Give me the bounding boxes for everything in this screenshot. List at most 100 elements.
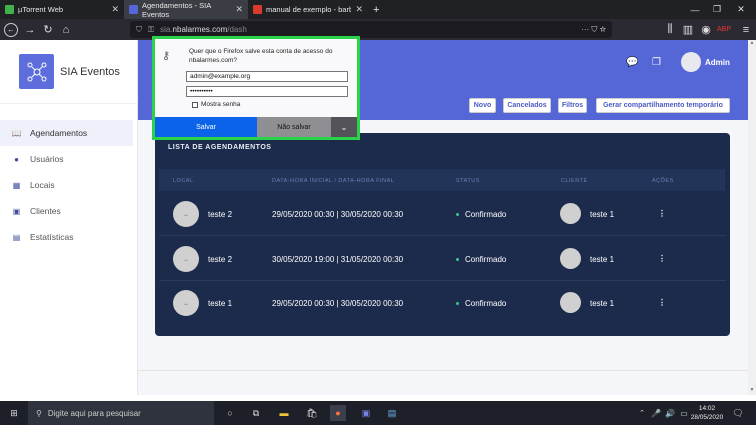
minimize-icon[interactable]: —	[684, 0, 706, 19]
key-icon: ⚷	[162, 50, 171, 62]
sidebar-item-usuarios[interactable]: ● Usuários	[0, 146, 133, 172]
copy-icon[interactable]: ❐	[652, 57, 661, 68]
popup-question: Quer que o Firefox salve esta conta de a…	[189, 48, 333, 64]
sidebar-icon[interactable]: ▥	[680, 22, 696, 38]
sidebar-item-estatisticas[interactable]: ▤ Estatísticas	[0, 224, 133, 250]
store-icon[interactable]: 🛍	[304, 405, 320, 421]
filtros-button[interactable]: Filtros	[558, 98, 587, 113]
card-title: LISTA DE AGENDAMENTOS	[168, 144, 272, 151]
close-tab-icon[interactable]: ✕	[111, 4, 119, 15]
teams-icon[interactable]: ▣	[358, 405, 374, 421]
taskbar-search[interactable]: ⚲ Digite aqui para pesquisar	[28, 401, 214, 425]
local-image: ▬	[173, 246, 199, 272]
sidebar-item-label: Usuários	[30, 154, 64, 164]
status-dot-icon	[456, 213, 459, 217]
sidebar-menu: 📖 Agendamentos ● Usuários ▦ Locais ▣ Cli…	[0, 120, 137, 250]
maximize-icon[interactable]: ❐	[706, 0, 728, 19]
cancelados-button[interactable]: Cancelados	[503, 98, 551, 113]
cortana-icon[interactable]: ○	[222, 405, 238, 421]
url-domain: nbalarmes.com	[172, 25, 228, 34]
status-text: Confirmado	[465, 210, 507, 219]
username-field[interactable]: admin@example.org	[186, 71, 348, 82]
sidebar-item-label: Clientes	[30, 206, 61, 216]
url-path: /dash	[227, 25, 247, 34]
close-window-icon[interactable]: ✕	[730, 0, 752, 19]
sidebar-item-agendamentos[interactable]: 📖 Agendamentos	[0, 120, 133, 146]
show-password-row[interactable]: Mostra senha	[192, 101, 240, 108]
scroll-up-icon[interactable]: ▲	[749, 40, 755, 48]
reload-icon[interactable]: ↻	[40, 22, 56, 38]
file-explorer-icon[interactable]: ▬	[276, 405, 292, 421]
chart-icon: ▤	[12, 232, 21, 242]
forward-icon[interactable]: →	[22, 22, 38, 38]
task-view-icon[interactable]: ⧉	[248, 405, 264, 421]
firefox-icon[interactable]: ●	[330, 405, 346, 421]
close-tab-icon[interactable]: ✕	[235, 4, 243, 15]
menu-icon[interactable]: ≡	[738, 22, 754, 38]
row-actions-menu-icon[interactable]: ⋮	[658, 298, 666, 307]
clock[interactable]: 14:02 28/05/2020	[690, 404, 724, 422]
status-text: Confirmado	[465, 299, 507, 308]
status-dot-icon	[456, 302, 459, 306]
table-row[interactable]: ▬ teste 1 29/05/2020 00:30 | 30/05/2020 …	[155, 281, 730, 325]
url-prefix: sia.	[160, 25, 173, 34]
row-datas: 29/05/2020 00:30 | 30/05/2020 00:30	[272, 299, 404, 308]
scroll-down-icon[interactable]: ▼	[749, 387, 755, 395]
sidebar-item-locais[interactable]: ▦ Locais	[0, 172, 133, 198]
close-tab-icon[interactable]: ✕	[355, 4, 363, 15]
local-image: ▬	[173, 290, 199, 316]
tab-title: µTorrent Web	[18, 5, 64, 14]
table-row[interactable]: ▬ teste 2 30/05/2020 19:00 | 31/05/2020 …	[155, 237, 730, 281]
novo-button[interactable]: Novo	[469, 98, 496, 113]
col-local: LOCAL	[173, 178, 194, 184]
tab-agendamentos[interactable]: Agendamentos - SIA Eventos ✕	[124, 0, 248, 19]
browser-nav-bar: ← → ↻ ⌂ ⛉ ⚿ sia. nbalarmes.com/dash ··· ⛉…	[0, 19, 756, 40]
col-acoes: AÇÕES	[652, 178, 674, 184]
brand-name: SIA Eventos	[60, 65, 120, 78]
page-scrollbar[interactable]: ▲ ▼	[748, 40, 756, 395]
home-icon[interactable]: ⌂	[58, 22, 74, 38]
key-icon: ⚿	[148, 24, 155, 34]
search-icon: ⚲	[36, 408, 42, 418]
dont-save-button[interactable]: Não salvar	[257, 117, 331, 137]
avatar[interactable]	[681, 52, 701, 72]
sidebar-item-label: Locais	[30, 180, 55, 190]
row-actions-menu-icon[interactable]: ⋮	[658, 254, 666, 263]
sia-favicon-icon	[129, 5, 138, 14]
chat-icon[interactable]: 💬	[626, 57, 638, 68]
col-status: STATUS	[456, 178, 480, 184]
appointments-card: LISTA DE AGENDAMENTOS LOCAL DATA-HORA IN…	[155, 133, 730, 336]
sidebar-item-clientes[interactable]: ▣ Clientes	[0, 198, 133, 224]
account-icon[interactable]: ◉	[698, 22, 714, 38]
bookmark-star-icon[interactable]: ··· ⛉ ☆	[581, 25, 606, 35]
library-icon[interactable]: ⫼	[662, 22, 678, 38]
notifications-icon[interactable]: 🗨	[730, 405, 746, 421]
row-cliente: teste 1	[590, 255, 615, 264]
row-local: teste 2	[208, 210, 233, 219]
row-actions-menu-icon[interactable]: ⋮	[658, 209, 666, 218]
chevron-down-icon[interactable]: ⌄	[331, 117, 357, 137]
row-local: teste 2	[208, 255, 233, 264]
sidebar-item-label: Estatísticas	[30, 232, 74, 242]
shield-icon: ⛉	[136, 24, 142, 34]
app-icon[interactable]: ▤	[384, 405, 400, 421]
divider	[159, 235, 726, 236]
windows-start-icon[interactable]: ⊞	[6, 405, 22, 421]
tab-manual[interactable]: manual de exemplo - barbose ✕	[248, 0, 368, 19]
password-field[interactable]: ••••••••••	[186, 86, 348, 97]
clock-date: 28/05/2020	[690, 414, 724, 421]
tab-title: manual de exemplo - barbose	[266, 5, 352, 14]
tab-utorrent[interactable]: µTorrent Web ✕	[0, 0, 124, 19]
user-name[interactable]: Admin	[705, 58, 730, 67]
back-icon[interactable]: ←	[4, 22, 18, 37]
new-tab-button[interactable]: +	[368, 0, 388, 19]
adblock-icon[interactable]: ABP	[716, 22, 732, 38]
save-button[interactable]: Salvar	[155, 117, 257, 137]
gerar-compartilhamento-button[interactable]: Gerar compartilhamento temporário	[596, 98, 730, 113]
row-status: Confirmado	[456, 210, 506, 219]
briefcase-icon: ▣	[12, 206, 21, 216]
utorrent-favicon-icon	[5, 5, 14, 14]
table-row[interactable]: ▬ teste 2 29/05/2020 00:30 | 30/05/2020 …	[155, 192, 730, 236]
user-icon: ●	[14, 154, 19, 164]
show-password-checkbox[interactable]	[192, 101, 198, 108]
